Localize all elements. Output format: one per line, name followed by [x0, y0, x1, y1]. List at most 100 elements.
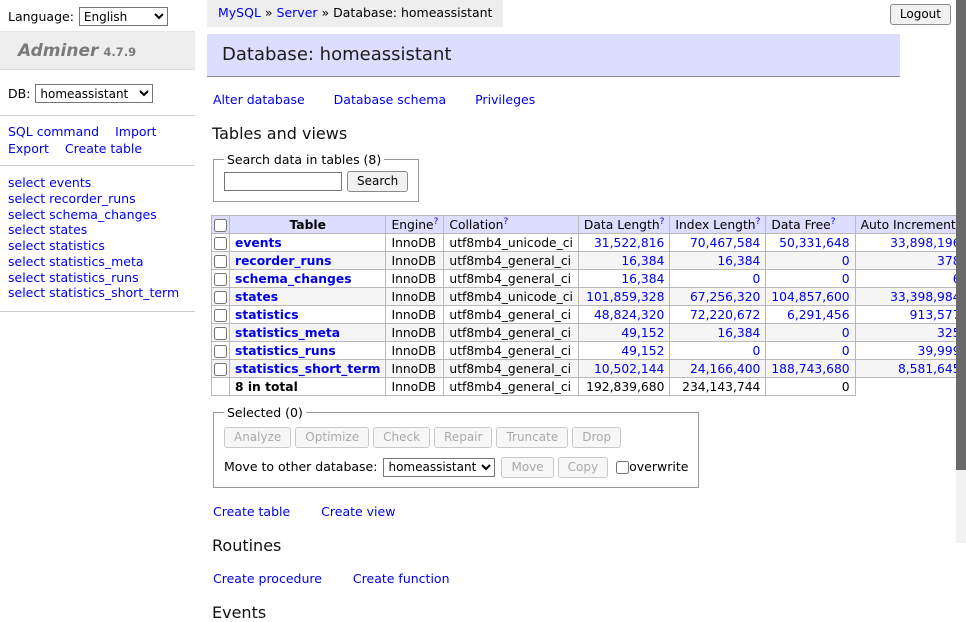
cell-table-name: statistics [230, 306, 386, 324]
link-create-view[interactable]: Create view [321, 504, 395, 519]
cell-data-free: 0 [766, 342, 855, 360]
search-button[interactable]: Search [347, 171, 408, 192]
move-label: Move to other database: [224, 459, 377, 474]
drop-button[interactable]: Drop [572, 427, 621, 448]
tables-list: TableEngine?Collation?Data Length?Index … [211, 215, 966, 396]
cell-index-length: 0 [670, 342, 766, 360]
col-header-index-length: Index Length? [670, 216, 766, 234]
toolbar-link-privileges[interactable]: Privileges [475, 92, 535, 107]
row-checkbox[interactable] [214, 363, 227, 376]
col-header-label: Engine [391, 218, 433, 232]
table-name-link[interactable]: schema_changes [235, 272, 352, 286]
cell-auto-increment: 39,999 [855, 342, 966, 360]
total-collation: utf8mb4_general_ci [444, 378, 579, 396]
logout-button[interactable]: Logout [890, 4, 951, 25]
analyze-button[interactable]: Analyze [224, 427, 291, 448]
events-heading: Events [212, 603, 966, 622]
move-row: Move to other database: homeassistant Move… [224, 457, 688, 478]
sidebar-link-select-statistics-short-term[interactable]: select statistics_short_term [8, 285, 187, 301]
row-checkbox[interactable] [214, 309, 227, 322]
tables-heading: Tables and views [212, 124, 966, 143]
total-engine: InnoDB [386, 378, 444, 396]
help-link[interactable]: ? [831, 216, 836, 226]
move-button[interactable]: Move [501, 457, 553, 478]
sidebar-link-select-recorder-runs[interactable]: select recorder_runs [8, 191, 187, 207]
table-total-row: 8 in totalInnoDButf8mb4_general_ci192,83… [212, 378, 966, 396]
db-select[interactable]: homeassistant [35, 84, 153, 103]
table-row: statistics_metaInnoDButf8mb4_general_ci4… [212, 324, 966, 342]
sidebar-link-select-states[interactable]: select states [8, 222, 187, 238]
check-button[interactable]: Check [373, 427, 430, 448]
cell-data-length: 31,522,816 [578, 234, 669, 252]
col-header-label: Auto Increment [861, 218, 956, 232]
toolbar-link-alter-database[interactable]: Alter database [213, 92, 305, 107]
sidebar-link-select-statistics[interactable]: select statistics [8, 238, 187, 254]
col-header-data-length: Data Length? [578, 216, 669, 234]
row-checkbox[interactable] [214, 345, 227, 358]
repair-button[interactable]: Repair [434, 427, 492, 448]
row-checkbox[interactable] [214, 327, 227, 340]
help-link[interactable]: ? [503, 216, 508, 226]
sidebar-link-select-events[interactable]: select events [8, 175, 187, 191]
help-link[interactable]: ? [756, 216, 761, 226]
row-checkbox[interactable] [214, 291, 227, 304]
copy-button[interactable]: Copy [558, 457, 608, 478]
cell-data-free: 0 [766, 324, 855, 342]
selected-legend: Selected (0) [224, 405, 306, 420]
main-content: MySQL » Server » Database: homeassistant… [195, 0, 966, 622]
db-label: DB: [8, 86, 30, 101]
sidebar-action-export[interactable]: Export [8, 141, 49, 156]
breadcrumb-link-server[interactable]: Server [277, 5, 318, 20]
sidebar-link-select-schema-changes[interactable]: select schema_changes [8, 207, 187, 223]
sidebar-link-select-statistics-meta[interactable]: select statistics_meta [8, 254, 187, 270]
cell-engine: InnoDB [386, 360, 444, 378]
total-select-cell [212, 378, 230, 396]
table-name-link[interactable]: states [235, 290, 278, 304]
cell-collation: utf8mb4_general_ci [444, 342, 579, 360]
toolbar-link-database-schema[interactable]: Database schema [334, 92, 446, 107]
link-create-procedure[interactable]: Create procedure [213, 571, 322, 586]
row-select-cell [212, 342, 230, 360]
table-name-link[interactable]: statistics [235, 308, 299, 322]
help-link[interactable]: ? [660, 216, 665, 226]
overwrite-checkbox[interactable] [616, 461, 629, 474]
table-name-link[interactable]: events [235, 236, 282, 250]
table-header-row: TableEngine?Collation?Data Length?Index … [212, 216, 966, 234]
sidebar-action-sql-command[interactable]: SQL command [8, 124, 99, 139]
language-select[interactable]: English [79, 7, 168, 26]
breadcrumb-link-mysql[interactable]: MySQL [218, 5, 261, 20]
move-db-select[interactable]: homeassistant [383, 458, 495, 477]
col-header-label: Data Length [584, 218, 660, 232]
truncate-button[interactable]: Truncate [496, 427, 568, 448]
link-create-function[interactable]: Create function [353, 571, 450, 586]
table-name-link[interactable]: statistics_runs [235, 344, 336, 358]
table-name-link[interactable]: statistics_meta [235, 326, 340, 340]
sidebar-action-import[interactable]: Import [115, 124, 157, 139]
cell-collation: utf8mb4_general_ci [444, 252, 579, 270]
cell-collation: utf8mb4_general_ci [444, 306, 579, 324]
optimize-button[interactable]: Optimize [295, 427, 369, 448]
scrollbar-thumb[interactable] [956, 0, 966, 470]
table-name-link[interactable]: statistics_short_term [235, 362, 380, 376]
vertical-scrollbar[interactable] [956, 0, 966, 543]
sidebar-link-select-statistics-runs[interactable]: select statistics_runs [8, 270, 187, 286]
search-input[interactable] [224, 172, 342, 191]
sidebar-table-links: select eventsselect recorder_runsselect … [0, 166, 195, 312]
row-checkbox[interactable] [214, 237, 227, 250]
row-select-cell [212, 234, 230, 252]
table-row: recorder_runsInnoDButf8mb4_general_ci16,… [212, 252, 966, 270]
table-row: statistics_short_termInnoDButf8mb4_gener… [212, 360, 966, 378]
table-name-link[interactable]: recorder_runs [235, 254, 331, 268]
row-checkbox[interactable] [214, 273, 227, 286]
cell-table-name: statistics_short_term [230, 360, 386, 378]
cell-auto-increment: 6 [855, 270, 966, 288]
row-checkbox[interactable] [214, 255, 227, 268]
col-header-data-free: Data Free? [766, 216, 855, 234]
select-all-checkbox[interactable] [214, 219, 227, 232]
sidebar-action-create-table[interactable]: Create table [65, 141, 142, 156]
search-fieldset: Search data in tables (8) Search [213, 152, 419, 202]
link-create-table[interactable]: Create table [213, 504, 290, 519]
cell-data-free: 0 [766, 252, 855, 270]
selected-fieldset: Selected (0) AnalyzeOptimizeCheckRepairT… [213, 405, 699, 488]
help-link[interactable]: ? [434, 216, 439, 226]
